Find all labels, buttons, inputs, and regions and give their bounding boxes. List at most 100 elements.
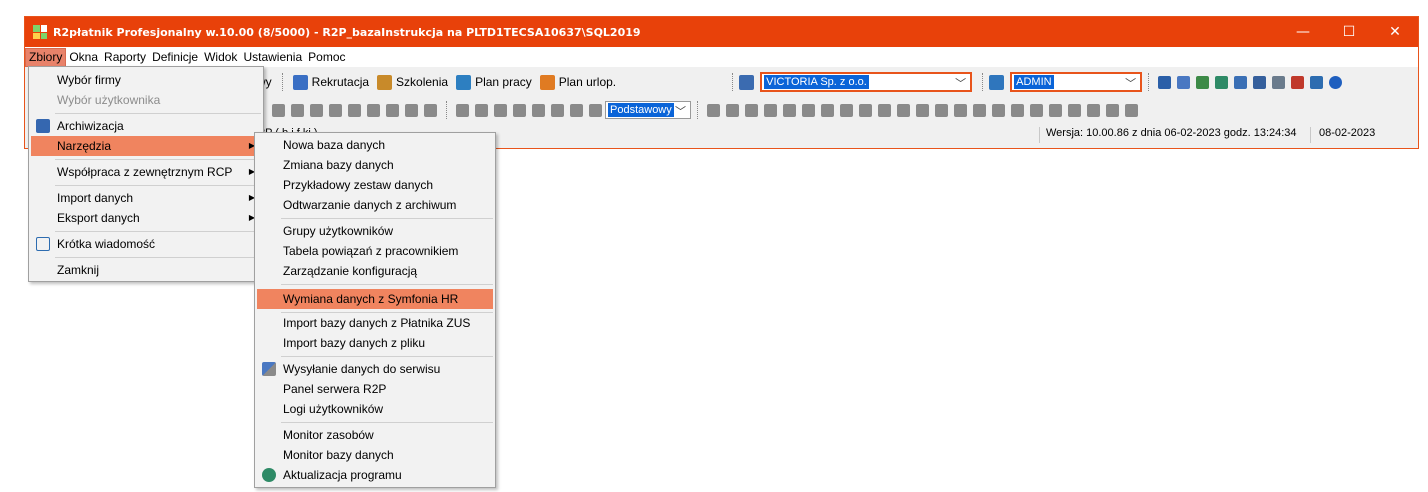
menu-item-monitor-bazy[interactable]: Monitor bazy danych xyxy=(257,445,493,465)
menu-okna[interactable]: Okna xyxy=(66,48,101,67)
menu-item-odtwarzanie-archiwum[interactable]: Odtwarzanie danych z archiwum xyxy=(257,195,493,215)
recruitment-button[interactable]: Rekrutacja xyxy=(289,71,373,93)
menu-item-logi-uzytkownikow[interactable]: Logi użytkowników xyxy=(257,399,493,419)
document-icon-9[interactable] xyxy=(859,103,872,117)
vacation-icon[interactable] xyxy=(348,103,361,117)
sun-icon[interactable] xyxy=(954,103,967,117)
work-plan-label: Plan pracy xyxy=(475,75,532,89)
menu-item-wysylanie-danych[interactable]: Wysyłanie danych do serwisu xyxy=(257,359,493,379)
shield-icon[interactable] xyxy=(405,103,418,117)
accessibility-icon[interactable] xyxy=(291,103,304,117)
key-icon[interactable] xyxy=(1272,75,1286,89)
cloud-icon[interactable] xyxy=(878,103,891,117)
zus-doc-icon[interactable] xyxy=(589,103,602,117)
grid-icon[interactable] xyxy=(1310,75,1324,89)
title-bar[interactable]: R2płatnik Profesjonalny w.10.00 (8/5000)… xyxy=(25,17,1418,47)
minimize-button[interactable]: — xyxy=(1280,17,1326,47)
menu-item-krotka-wiadomosc[interactable]: Krótka wiadomość xyxy=(31,234,261,254)
network-icon[interactable] xyxy=(1196,75,1210,89)
document-icon-7[interactable] xyxy=(821,103,834,117)
plane-icon[interactable] xyxy=(1011,103,1024,117)
menu-widok[interactable]: Widok xyxy=(201,48,240,67)
training-button[interactable]: Szkolenia xyxy=(373,71,452,93)
hr-icon[interactable] xyxy=(424,103,437,117)
document-icon-1[interactable] xyxy=(707,103,720,117)
menu-item-nowa-baza[interactable]: Nowa baza danych xyxy=(257,135,493,155)
menu-item-wybor-firmy[interactable]: Wybór firmy xyxy=(31,70,261,90)
menu-item-panel-serwera[interactable]: Panel serwera R2P xyxy=(257,379,493,399)
document-icon-5[interactable] xyxy=(783,103,796,117)
menu-item-eksport-danych[interactable]: Eksport danych ▶ xyxy=(31,208,261,228)
calendar-icon xyxy=(456,74,472,90)
user-select-value: ADMIN xyxy=(1014,75,1054,89)
block-icon[interactable] xyxy=(992,103,1005,117)
menu-item-wspolpraca-rcp[interactable]: Współpraca z zewnętrznym RCP ▶ xyxy=(31,162,261,182)
document-icon-2[interactable] xyxy=(726,103,739,117)
coins-icon[interactable] xyxy=(570,103,583,117)
menu-item-zamknij[interactable]: Zamknij xyxy=(31,260,261,280)
tools-icon[interactable] xyxy=(1177,75,1191,89)
calculator-icon[interactable] xyxy=(1253,75,1267,89)
gift-icon[interactable] xyxy=(1125,103,1138,117)
menu-item-zarzadzanie-konfiguracja[interactable]: Zarządzanie konfiguracją xyxy=(257,261,493,281)
document-icon-3[interactable] xyxy=(745,103,758,117)
message-icon[interactable] xyxy=(1234,75,1248,89)
menu-item-narzedzia-label: Narzędzia xyxy=(57,139,112,153)
menu-item-import-z-pliku[interactable]: Import bazy danych z pliku xyxy=(257,333,493,353)
truck-icon[interactable] xyxy=(1106,103,1119,117)
user-select[interactable]: ADMIN ﹀ xyxy=(1010,72,1143,92)
menu-item-monitor-zasobow[interactable]: Monitor zasobów xyxy=(257,425,493,445)
menu-bar: Zbiory Okna Raporty Definicje Widok Usta… xyxy=(25,47,1418,67)
message-icon xyxy=(36,237,50,251)
clock-icon[interactable] xyxy=(935,103,948,117)
document-icon-4[interactable] xyxy=(764,103,777,117)
document-icon-6[interactable] xyxy=(802,103,815,117)
menu-item-przykladowy-zestaw[interactable]: Przykładowy zestaw danych xyxy=(257,175,493,195)
leave-plan-button[interactable]: Plan urlop. xyxy=(536,71,620,93)
company-select[interactable]: VICTORIA Sp. z o.o. ﹀ xyxy=(760,72,973,92)
bank-icon[interactable] xyxy=(456,103,469,117)
menu-raporty[interactable]: Raporty xyxy=(101,48,149,67)
menu-definicje[interactable]: Definicje xyxy=(149,48,201,67)
eraser-icon[interactable] xyxy=(1068,103,1081,117)
menu-item-tabela-powiazan[interactable]: Tabela powiązań z pracownikiem xyxy=(257,241,493,261)
menu-ustawienia[interactable]: Ustawienia xyxy=(240,48,305,67)
chart-icon[interactable] xyxy=(1049,103,1062,117)
computer-icon[interactable] xyxy=(1030,103,1043,117)
menu-pomoc[interactable]: Pomoc xyxy=(305,48,348,67)
plus-box-icon[interactable] xyxy=(973,103,986,117)
zus-icon[interactable] xyxy=(475,103,488,117)
menu-item-narzedzia[interactable]: Narzędzia ▶ xyxy=(31,136,261,156)
settings-icon[interactable] xyxy=(386,103,399,117)
bell-icon[interactable] xyxy=(494,103,507,117)
globe-icon[interactable] xyxy=(1215,75,1229,89)
save-icon[interactable] xyxy=(1158,75,1172,89)
menu-item-import-danych[interactable]: Import danych ▶ xyxy=(31,188,261,208)
menu-item-archiwizacja[interactable]: Archiwizacja xyxy=(31,116,261,136)
lifebuoy-icon[interactable] xyxy=(310,103,323,117)
window-close-icon[interactable] xyxy=(1291,75,1305,89)
help-icon[interactable] xyxy=(1329,75,1343,89)
bulb-icon[interactable] xyxy=(551,103,564,117)
menu-zbiory[interactable]: Zbiory xyxy=(25,47,67,67)
maximize-button[interactable]: ☐ xyxy=(1326,17,1372,47)
archive-icon[interactable] xyxy=(367,103,380,117)
menu-item-aktualizacja[interactable]: Aktualizacja programu xyxy=(257,465,493,485)
work-plan-button[interactable]: Plan pracy xyxy=(452,71,536,93)
refresh-icon[interactable] xyxy=(897,103,910,117)
toolbar-tool-icon[interactable] xyxy=(272,103,285,117)
document-icon-8[interactable] xyxy=(840,103,853,117)
menu-item-grupy-uzytkownikow[interactable]: Grupy użytkowników xyxy=(257,221,493,241)
calendar-31-icon[interactable] xyxy=(916,103,929,117)
menu-item-import-platnik-zus[interactable]: Import bazy danych z Płatnika ZUS xyxy=(257,313,493,333)
close-button[interactable]: ✕ xyxy=(1372,17,1418,47)
car-icon[interactable] xyxy=(329,103,342,117)
chevron-down-icon: ﹀ xyxy=(955,78,967,90)
menu-item-zmiana-bazy[interactable]: Zmiana bazy danych xyxy=(257,155,493,175)
menu-item-wysylanie-danych-label: Wysyłanie danych do serwisu xyxy=(283,362,441,376)
award-icon[interactable] xyxy=(513,103,526,117)
alarm-icon[interactable] xyxy=(532,103,545,117)
scissors-icon[interactable] xyxy=(1087,103,1100,117)
menu-item-wymiana-symfonia[interactable]: Wymiana danych z Symfonia HR xyxy=(257,289,493,309)
profile-select[interactable]: Podstawowy ﹀ xyxy=(605,101,691,119)
